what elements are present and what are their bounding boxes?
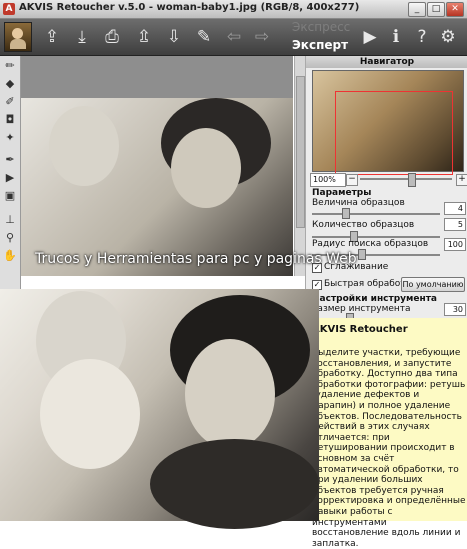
search-radius-field[interactable]: 100	[444, 238, 466, 251]
sample-count-field[interactable]: 5	[444, 218, 466, 231]
zoom-in-button[interactable]: +	[456, 174, 467, 186]
undo-icon[interactable]: ⇦	[222, 25, 246, 49]
help-icon[interactable]: ?	[410, 25, 434, 49]
app-icon: A	[3, 3, 15, 15]
print-icon[interactable]: ⎙	[100, 25, 124, 49]
play-icon[interactable]: ▶	[2, 170, 18, 186]
search-radius-knob[interactable]	[358, 249, 366, 260]
canvas-scrollbar[interactable]	[294, 56, 305, 276]
star-icon[interactable]: ✦	[2, 130, 18, 146]
search-radius-label: Радиус поиска образцов	[312, 239, 429, 249]
photo-restored	[0, 289, 319, 529]
window-title: AKVIS Retoucher v.5.0 - woman-baby1.jpg …	[19, 2, 360, 13]
toolbar: ⇪ ⤓ ⎙ ⇫ ⇩ ✎ ⇦ ⇨ ▶ ℹ ? ⚙	[0, 19, 467, 56]
run-icon[interactable]: ▶	[358, 25, 382, 49]
sample-size-knob[interactable]	[342, 208, 350, 219]
close-button[interactable]: ✕	[446, 2, 464, 17]
photo-cracked	[21, 98, 293, 276]
brush-tool-icon[interactable]: ✒	[2, 152, 18, 168]
params-title: Параметры	[312, 188, 372, 198]
marker-icon[interactable]: ✏	[2, 58, 18, 74]
save-icon[interactable]: ⤓	[70, 25, 94, 49]
fill-icon[interactable]: ◘	[2, 112, 18, 128]
download-icon[interactable]: ⇩	[162, 25, 186, 49]
zoom-select[interactable]: 100%	[310, 173, 346, 187]
title-bar: A AKVIS Retoucher v.5.0 - woman-baby1.jp…	[0, 0, 467, 19]
scrollbar-thumb[interactable]	[296, 76, 305, 228]
navigator-title: Навигатор	[306, 56, 467, 68]
brush-icon[interactable]: ✎	[192, 25, 216, 49]
redo-icon[interactable]: ⇨	[250, 25, 274, 49]
default-button[interactable]: По умолчанию	[401, 277, 465, 292]
zoom-out-button[interactable]: −	[346, 174, 358, 186]
sample-size-slider[interactable]	[312, 213, 440, 215]
clone-icon[interactable]: ▣	[2, 188, 18, 204]
watermark-text: Trucos y Herramientas para pc y paginas …	[35, 251, 357, 267]
settings-panel: Навигатор 100% − + Параметры Величина об…	[305, 56, 467, 346]
pin-icon[interactable]: ⊥	[2, 212, 18, 228]
tool-size-field[interactable]: 30	[444, 303, 466, 316]
tool-size-label: Размер инструмента	[312, 304, 411, 314]
navigator-frame[interactable]	[335, 91, 453, 175]
help-panel: AKVIS Retoucher Выделите участки, требую…	[305, 318, 467, 549]
pencil-icon[interactable]: ✐	[2, 94, 18, 110]
hand-icon[interactable]: ✋	[2, 248, 18, 264]
info-icon[interactable]: ℹ	[384, 25, 408, 49]
upload-icon[interactable]: ⇫	[132, 25, 156, 49]
sample-count-slider[interactable]	[312, 236, 440, 238]
app-logo	[4, 22, 32, 52]
navigator-preview[interactable]	[312, 70, 464, 175]
settings-icon[interactable]: ⚙	[436, 25, 460, 49]
help-title: AKVIS Retoucher	[312, 324, 408, 335]
mode-express-tab[interactable]: Экспресс	[292, 20, 350, 34]
tool-settings-title: Настройки инструмента	[312, 294, 437, 304]
zoom-slider[interactable]	[360, 178, 452, 180]
sample-size-label: Величина образцов	[312, 198, 405, 208]
sample-count-label: Количество образцов	[312, 220, 415, 230]
open-icon[interactable]: ⇪	[40, 25, 64, 49]
zoom-icon[interactable]: ⚲	[2, 230, 18, 246]
image-canvas[interactable]	[21, 56, 293, 276]
zoom-row: 100% − +	[310, 173, 467, 187]
minimize-button[interactable]: _	[408, 2, 426, 17]
zoom-slider-knob[interactable]	[408, 173, 416, 187]
sample-size-field[interactable]: 4	[444, 202, 466, 215]
eraser-icon[interactable]: ◆	[2, 76, 18, 92]
help-text: Выделите участки, требующие восстановлен…	[312, 348, 466, 549]
maximize-button[interactable]: □	[427, 2, 445, 17]
mode-expert-tab[interactable]: Эксперт	[292, 38, 348, 52]
